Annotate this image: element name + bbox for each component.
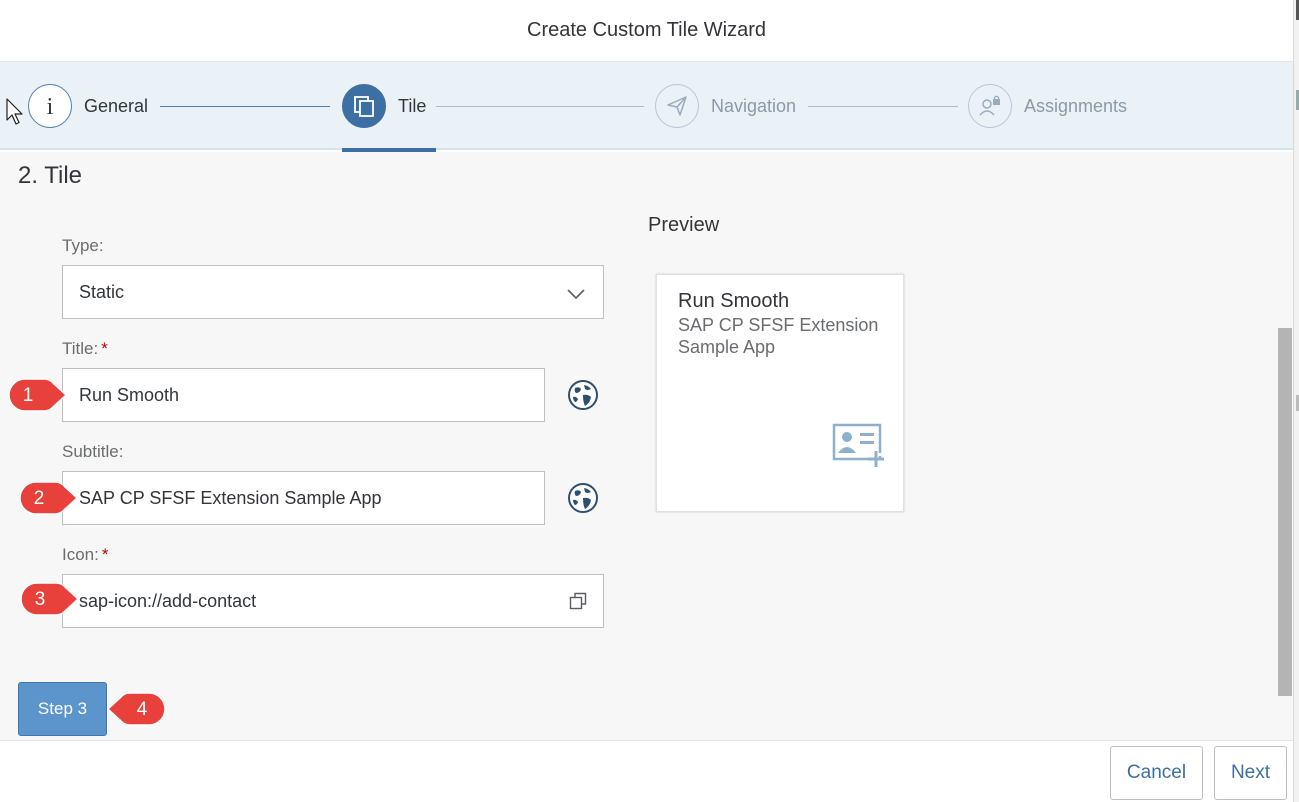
step-connector (436, 106, 644, 107)
wizard-step-label: Navigation (711, 95, 797, 116)
window-edge (1293, 0, 1299, 802)
dialog-header: Create Custom Tile Wizard (0, 0, 1293, 62)
callout-badge: 1 (4, 376, 68, 414)
info-icon: i (28, 84, 72, 128)
type-select-value: Static (79, 281, 125, 302)
tile-preview-title: Run Smooth (678, 290, 790, 312)
copy-icon (342, 84, 386, 128)
tile-preview-subtitle: SAP CP SFSF Extension Sample App (678, 315, 879, 357)
callout-number: 4 (136, 699, 148, 720)
scrollbar-thumb[interactable] (1278, 328, 1292, 696)
required-marker: * (101, 545, 109, 564)
wizard-content (0, 152, 1277, 740)
mouse-cursor-icon (6, 98, 26, 131)
chevron-down-icon[interactable] (567, 284, 585, 305)
translate-globe-icon[interactable] (567, 482, 599, 514)
title-label: Title: * (62, 339, 108, 358)
callout-number: 1 (22, 385, 34, 406)
callout-number: 3 (34, 589, 46, 610)
next-button[interactable]: Next (1214, 746, 1287, 800)
step-connector (160, 106, 330, 107)
wizard-step-label: Assignments (1024, 95, 1128, 116)
callout-badge: 4 (106, 690, 166, 728)
callout-badge: 2 (15, 479, 79, 517)
subtitle-input[interactable]: SAP CP SFSF Extension Sample App (62, 471, 545, 525)
cancel-button[interactable]: Cancel (1110, 746, 1203, 800)
translate-globe-icon[interactable] (567, 379, 599, 411)
wizard-dialog: Create Custom Tile Wizard i General Tile (0, 0, 1293, 802)
add-contact-icon (832, 423, 884, 474)
tile-preview: Run Smooth SAP CP SFSF Extension Sample … (656, 274, 904, 512)
type-select[interactable]: Static (62, 265, 604, 319)
icon-label: Icon: * (62, 545, 109, 564)
section-title: 2. Tile (18, 162, 83, 189)
dialog-footer (0, 740, 1293, 802)
step3-button[interactable]: Step 3 (18, 682, 107, 736)
wizard-step-assignments[interactable]: Assignments (968, 84, 1127, 128)
title-input[interactable]: Run Smooth (62, 368, 545, 422)
svg-text:i: i (47, 94, 54, 119)
icon-input-value: sap-icon://add-contact (79, 590, 257, 611)
wizard-step-label: General (84, 95, 149, 116)
callout-number: 2 (33, 488, 45, 509)
wizard-step-tile[interactable]: Tile (342, 84, 426, 128)
user-lock-icon (968, 84, 1012, 128)
wizard-step-label: Tile (398, 95, 427, 116)
dialog-title: Create Custom Tile Wizard (527, 19, 766, 41)
value-help-icon[interactable] (569, 592, 587, 615)
icon-input[interactable]: sap-icon://add-contact (62, 574, 604, 628)
wizard-step-navigation[interactable]: Navigation (655, 84, 796, 128)
preview-label: Preview (648, 214, 720, 236)
paper-plane-icon (655, 84, 699, 128)
type-label: Type: (62, 236, 104, 255)
subtitle-label: Subtitle: (62, 442, 124, 461)
callout-badge: 3 (16, 580, 80, 618)
step-connector (808, 106, 958, 107)
wizard-step-general[interactable]: i General (28, 84, 148, 128)
wizard-progress-bar: i General Tile Navigation Assignments (0, 62, 1293, 150)
required-marker: * (101, 339, 108, 358)
subtitle-input-value: SAP CP SFSF Extension Sample App (79, 487, 382, 508)
title-input-value: Run Smooth (79, 384, 180, 405)
